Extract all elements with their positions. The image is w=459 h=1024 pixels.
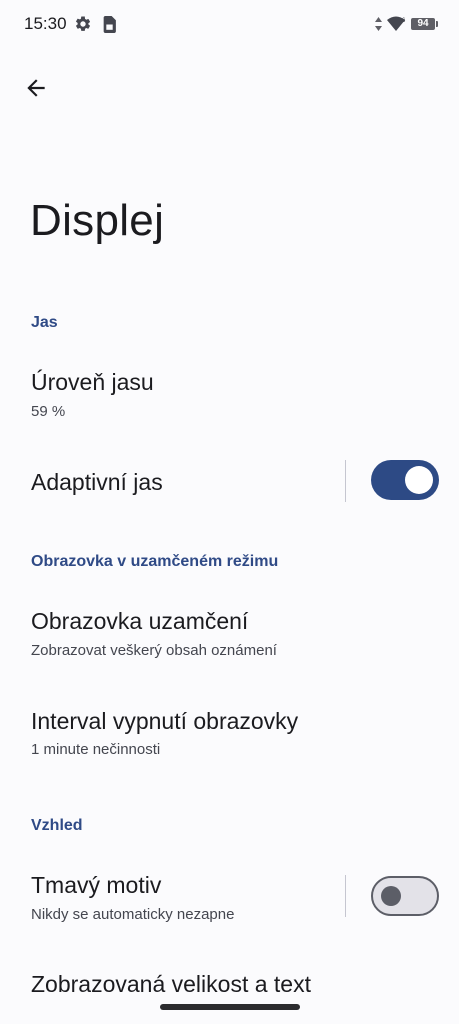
gear-icon — [76, 16, 91, 31]
screen-timeout-subtitle: 1 minute nečinnosti — [31, 741, 161, 758]
back-button[interactable] — [20, 72, 52, 104]
brightness-level-title: Úroveň jasu — [31, 369, 154, 395]
battery-level: 94 — [417, 18, 429, 29]
lock-screen-subtitle: Zobrazovat veškerý obsah oznámení — [31, 642, 277, 659]
toggle-divider — [345, 460, 346, 502]
adaptive-brightness-toggle[interactable] — [371, 460, 439, 500]
display-size-title: Zobrazovaná velikost a text — [31, 971, 311, 997]
dark-theme-subtitle: Nikdy se automaticky nezapne — [31, 906, 235, 923]
wifi-icon: 6 — [387, 16, 406, 31]
status-time: 15:30 — [24, 14, 67, 33]
screen-timeout-title: Interval vypnutí obrazovky — [31, 708, 299, 734]
page-title: Displej — [30, 196, 165, 245]
dark-theme-title: Tmavý motiv — [31, 872, 162, 898]
brightness-level-value: 59 % — [31, 403, 66, 420]
sim-card-icon — [103, 16, 116, 33]
adaptive-brightness-title: Adaptivní jas — [31, 469, 163, 495]
svg-text:6: 6 — [402, 18, 406, 24]
arrow-back-icon — [27, 79, 45, 97]
home-indicator[interactable] — [160, 1004, 300, 1010]
status-right-icons: 6 94 — [374, 15, 438, 33]
toggle-knob — [381, 886, 401, 906]
toggle-divider — [345, 875, 346, 917]
section-header-brightness: Jas — [31, 314, 58, 331]
section-header-appearance: Vzhled — [31, 817, 83, 834]
status-bar: 15:30 6 94 — [0, 0, 459, 48]
lock-screen-title: Obrazovka uzamčení — [31, 608, 249, 634]
section-header-lock-screen: Obrazovka v uzamčeném režimu — [31, 553, 279, 570]
toggle-knob — [405, 466, 433, 494]
data-arrows-icon — [375, 17, 382, 31]
battery-icon: 94 — [411, 18, 438, 30]
dark-theme-toggle[interactable] — [371, 876, 439, 916]
